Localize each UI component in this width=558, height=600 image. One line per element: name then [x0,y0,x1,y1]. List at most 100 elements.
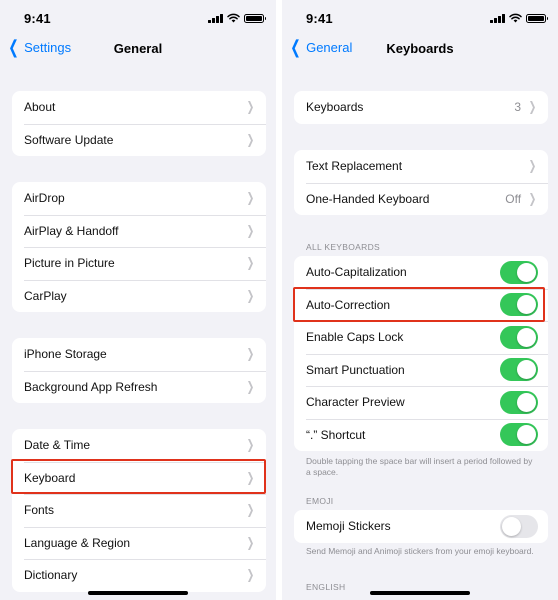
all-keyboards-group: Auto-Capitalization Auto-Correction Enab… [294,256,548,451]
row-label: Smart Punctuation [306,362,405,377]
one-handed-value: Off [505,191,522,206]
back-label: Settings [24,39,72,55]
chevron-right-icon: ❯ [246,99,255,115]
caps-lock-toggle[interactable] [500,325,538,349]
row-label: Auto-Correction [306,297,391,312]
emoji-group: Memoji Stickers [294,510,548,543]
row-label: Fonts [24,503,55,518]
row-label: Auto-Capitalization [306,265,407,280]
shortcut-footnote: Double tapping the space bar will insert… [306,456,533,477]
row-background-app-refresh[interactable]: Background App Refresh ❯ [12,370,266,404]
row-date-time[interactable]: Date & Time ❯ [12,429,266,462]
chevron-right-icon: ❯ [246,255,255,271]
chevron-left-icon: ❮ [290,37,301,57]
back-button[interactable]: ❮ Settings [6,37,72,57]
back-label: General [306,39,353,55]
cellular-signal-icon [490,13,505,23]
back-button[interactable]: ❮ General [288,37,353,57]
settings-group-storage: iPhone Storage ❯ Background App Refresh ❯ [12,338,266,403]
wifi-icon [227,13,240,23]
chevron-right-icon: ❯ [246,469,255,485]
row-picture-in-picture[interactable]: Picture in Picture ❯ [12,247,266,280]
emoji-footnote: Send Memoji and Animoji stickers from yo… [306,546,534,556]
chevron-right-icon: ❯ [528,99,537,115]
settings-group-about: About ❯ Software Update ❯ [12,91,266,156]
row-label: CarPlay [24,288,67,303]
battery-icon [244,13,266,23]
home-indicator [88,591,188,595]
row-label: Background App Refresh [24,379,158,394]
section-header-english: ENGLISH [306,582,346,592]
row-label: One-Handed Keyboard [306,191,430,206]
row-auto-correction: Auto-Correction [294,288,548,322]
status-time: 9:41 [24,11,51,26]
chevron-right-icon: ❯ [246,437,255,453]
row-label: Software Update [24,132,114,147]
character-preview-toggle[interactable] [500,390,538,414]
chevron-right-icon: ❯ [246,502,255,518]
row-airdrop[interactable]: AirDrop ❯ [12,182,266,215]
status-bar: 9:41 [282,0,558,34]
chevron-right-icon: ❯ [246,346,255,362]
auto-correction-toggle[interactable] [500,293,538,317]
chevron-right-icon: ❯ [528,190,537,206]
row-label: Memoji Stickers [306,519,391,534]
chevron-right-icon: ❯ [246,287,255,303]
row-keyboards[interactable]: Keyboards 3 ❯ [294,91,548,124]
chevron-right-icon: ❯ [246,534,255,550]
row-language-region[interactable]: Language & Region ❯ [12,526,266,560]
row-label: “.” Shortcut [306,427,366,442]
chevron-right-icon: ❯ [246,378,255,394]
row-label: Keyboards [306,100,364,115]
settings-group-regional: Date & Time ❯ Keyboard ❯ Fonts ❯ Language &… [12,429,266,592]
smart-punctuation-toggle[interactable] [500,358,538,382]
row-airplay-handoff[interactable]: AirPlay & Handoff ❯ [12,214,266,248]
row-character-preview: Character Preview [294,386,548,419]
period-shortcut-toggle[interactable] [500,423,538,447]
battery-icon [526,13,548,23]
section-header-all-keyboards: ALL KEYBOARDS [306,242,380,252]
row-text-replacement[interactable]: Text Replacement ❯ [294,150,548,183]
keyboards-count: 3 [514,100,522,115]
cellular-signal-icon [208,13,223,23]
chevron-right-icon: ❯ [528,158,537,174]
row-iphone-storage[interactable]: iPhone Storage ❯ [12,338,266,371]
row-label: Date & Time [24,438,91,453]
chevron-left-icon: ❮ [8,37,19,57]
nav-bar: ❮ General Keyboards [282,34,558,64]
chevron-right-icon: ❯ [246,131,255,147]
chevron-right-icon: ❯ [246,222,255,238]
auto-capitalization-toggle[interactable] [500,260,538,284]
section-header-emoji: EMOJI [306,496,334,506]
row-label: Language & Region [24,535,131,550]
home-indicator [370,591,470,595]
settings-group-connectivity: AirDrop ❯ AirPlay & Handoff ❯ Picture in P… [12,182,266,312]
row-label: Picture in Picture [24,256,115,271]
row-auto-capitalization: Auto-Capitalization [294,256,548,289]
row-label: AirPlay & Handoff [24,223,119,238]
row-one-handed-keyboard[interactable]: One-Handed Keyboard Off ❯ [294,182,548,216]
row-fonts[interactable]: Fonts ❯ [12,494,266,527]
row-keyboard[interactable]: Keyboard ❯ [12,461,266,495]
row-label: Text Replacement [306,159,403,174]
keyboards-screen: 9:41 ❮ General Keyboards Keyboards 3 ❯ Tex… [282,0,558,600]
row-label: Keyboard [24,470,76,485]
row-label: Enable Caps Lock [306,330,404,345]
row-memoji-stickers: Memoji Stickers [294,510,548,543]
row-enable-caps-lock: Enable Caps Lock [294,321,548,354]
row-carplay[interactable]: CarPlay ❯ [12,279,266,313]
row-label: Dictionary [24,568,78,583]
memoji-stickers-toggle[interactable] [500,514,538,538]
chevron-right-icon: ❯ [246,567,255,583]
row-smart-punctuation: Smart Punctuation [294,353,548,387]
row-period-shortcut: “.” Shortcut [294,418,548,452]
row-about[interactable]: About ❯ [12,91,266,124]
chevron-right-icon: ❯ [246,190,255,206]
row-software-update[interactable]: Software Update ❯ [12,123,266,157]
wifi-icon [509,13,522,23]
row-label: About [24,100,56,115]
row-dictionary[interactable]: Dictionary ❯ [12,559,266,592]
row-label: iPhone Storage [24,347,107,362]
row-label: Character Preview [306,395,405,410]
status-time: 9:41 [306,11,333,26]
